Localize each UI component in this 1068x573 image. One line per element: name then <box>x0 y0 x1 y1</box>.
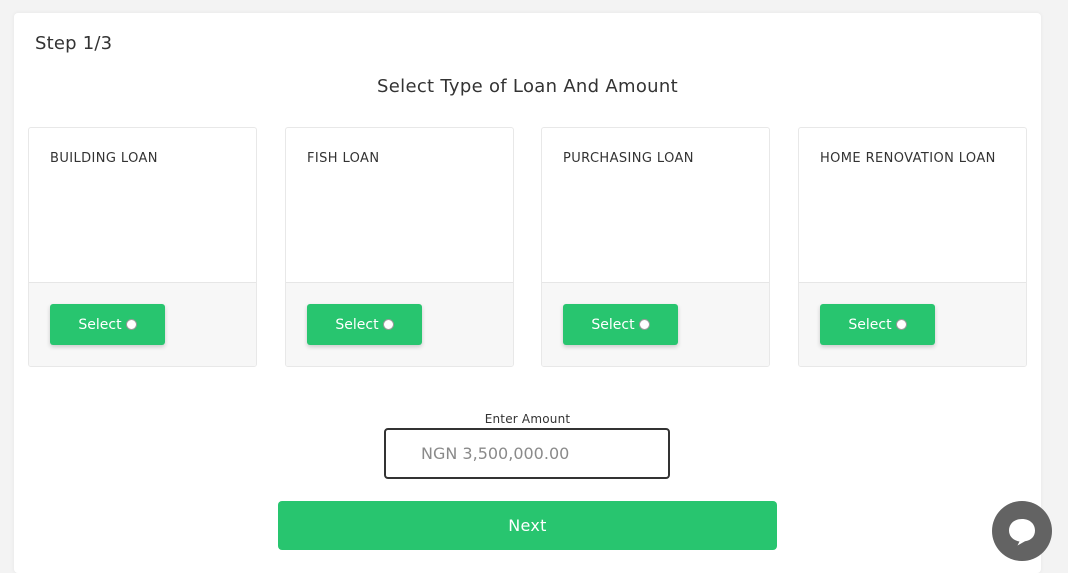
loan-card-footer: Select <box>542 282 769 366</box>
select-button-label: Select <box>335 316 379 333</box>
select-purchasing-loan-button[interactable]: Select <box>563 304 678 345</box>
loan-card-footer: Select <box>29 282 256 366</box>
loan-card-building: BUILDING LOAN Select <box>28 127 257 367</box>
loan-card-title: PURCHASING LOAN <box>563 151 694 166</box>
loan-card-fish: FISH LOAN Select <box>285 127 514 367</box>
amount-label: Enter Amount <box>484 412 571 426</box>
select-button-label: Select <box>78 316 122 333</box>
step-indicator: Step 1/3 <box>35 33 113 54</box>
radio-unchecked-icon[interactable] <box>125 319 137 330</box>
loan-card-title: FISH LOAN <box>307 151 380 166</box>
loan-card-title: HOME RENOVATION LOAN <box>820 151 996 166</box>
select-button-label: Select <box>848 316 892 333</box>
radio-unchecked-icon[interactable] <box>638 319 650 330</box>
loan-card-footer: Select <box>799 282 1026 366</box>
select-building-loan-button[interactable]: Select <box>50 304 165 345</box>
radio-unchecked-icon[interactable] <box>895 319 907 330</box>
loan-card-home-renovation: HOME RENOVATION LOAN Select <box>798 127 1027 367</box>
loan-card-title: BUILDING LOAN <box>50 151 158 166</box>
amount-input[interactable] <box>384 428 670 479</box>
select-fish-loan-button[interactable]: Select <box>307 304 422 345</box>
next-button[interactable]: Next <box>278 501 777 550</box>
radio-unchecked-icon[interactable] <box>382 319 394 330</box>
chat-bubble-icon <box>1009 519 1035 546</box>
select-button-label: Select <box>591 316 635 333</box>
page-title: Select Type of Loan And Amount <box>377 76 678 97</box>
loan-card-purchasing: PURCHASING LOAN Select <box>541 127 770 367</box>
chat-launcher-button[interactable] <box>992 501 1052 561</box>
loan-card-footer: Select <box>286 282 513 366</box>
select-home-renovation-loan-button[interactable]: Select <box>820 304 935 345</box>
loan-form-panel: Step 1/3 Select Type of Loan And Amount … <box>14 13 1041 573</box>
